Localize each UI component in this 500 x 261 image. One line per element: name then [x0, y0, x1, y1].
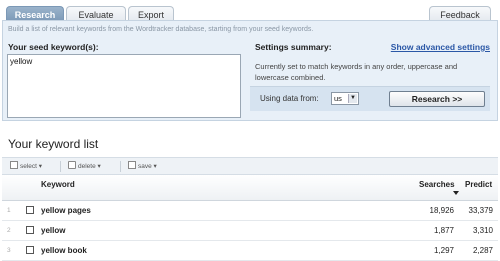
settings-summary-text: Currently set to match keywords in any o…: [255, 62, 458, 82]
searches-column-header[interactable]: Searches: [419, 180, 455, 189]
trash-icon: [68, 161, 76, 169]
country-select[interactable]: us ▼: [331, 92, 359, 105]
row-number: 2: [7, 227, 11, 234]
country-select-value: us: [334, 94, 342, 103]
seed-keywords-label: Your seed keyword(s):: [8, 42, 99, 52]
select-menu-button[interactable]: select ▾: [10, 161, 42, 172]
predict-column-header[interactable]: Predict: [465, 180, 492, 189]
sort-descending-icon: [453, 191, 459, 195]
row-checkbox[interactable]: [26, 206, 34, 214]
keyword-cell: yellow pages: [41, 206, 91, 215]
searches-cell: 1,297: [433, 246, 454, 255]
data-source-row: Using data from: us ▼ Research >>: [250, 86, 490, 111]
table-row: 1 yellow pages 18,926 33,379: [2, 201, 498, 221]
save-icon: [128, 161, 136, 169]
row-checkbox[interactable]: [26, 246, 34, 254]
predict-cell: 3,310: [472, 226, 493, 235]
toolbar-divider: [60, 161, 61, 172]
research-description: Build a list of relevant keywords from t…: [8, 26, 314, 33]
delete-menu-button[interactable]: delete ▾: [68, 161, 101, 172]
keyword-list-title: Your keyword list: [8, 137, 99, 151]
chevron-down-icon: ▼: [348, 94, 357, 103]
save-menu-button[interactable]: save ▾: [128, 161, 157, 172]
table-row: 2 yellow 1,877 3,310: [2, 221, 498, 241]
keyword-cell: yellow: [41, 226, 66, 235]
row-checkbox[interactable]: [26, 226, 34, 234]
keyword-toolbar: select ▾ delete ▾ save ▾: [2, 157, 498, 175]
toolbar-divider: [120, 161, 121, 172]
row-number: 1: [7, 207, 11, 214]
settings-summary-title: Settings summary:: [255, 42, 332, 52]
row-number: 3: [7, 247, 11, 254]
predict-cell: 2,287: [472, 246, 493, 255]
research-button[interactable]: Research >>: [389, 91, 485, 107]
seed-keywords-input[interactable]: yellow: [7, 54, 241, 118]
table-row: 3 yellow book 1,297 2,287: [2, 241, 498, 261]
searches-cell: 18,926: [429, 206, 454, 215]
keyword-table-header: Keyword Searches Predict: [2, 175, 498, 201]
show-advanced-settings-link[interactable]: Show advanced settings: [391, 42, 490, 52]
searches-cell: 1,877: [433, 226, 454, 235]
using-data-from-label: Using data from:: [260, 94, 319, 103]
keyword-cell: yellow book: [41, 246, 87, 255]
keyword-column-header[interactable]: Keyword: [41, 180, 75, 189]
predict-cell: 33,379: [468, 206, 493, 215]
checkbox-icon: [10, 161, 18, 169]
